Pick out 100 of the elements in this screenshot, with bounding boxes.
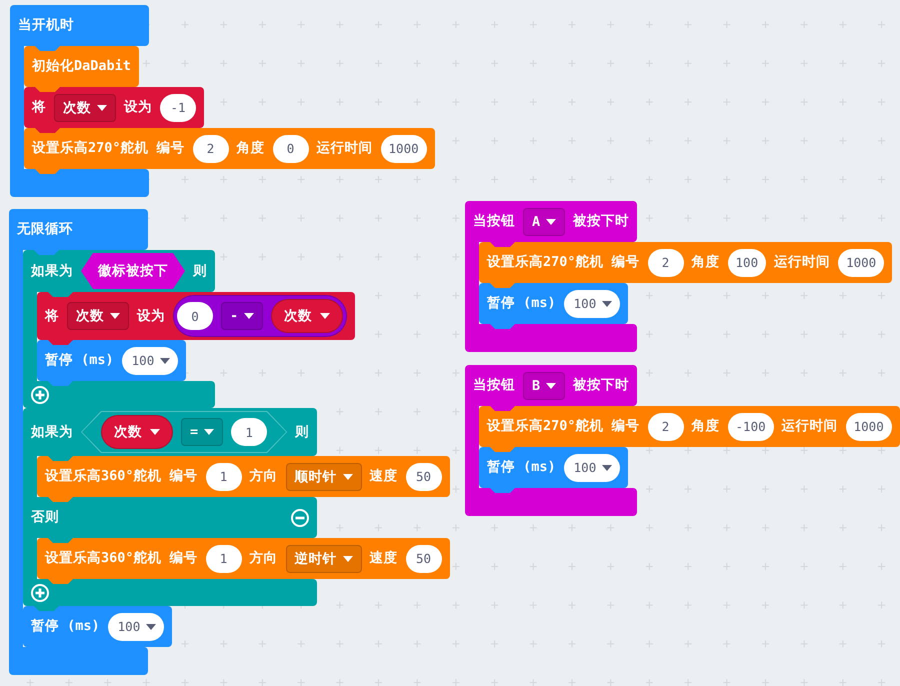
statement-block[interactable]: 暂停 (ms) 100: [479, 283, 628, 324]
block-label: 如果为: [31, 262, 73, 280]
number-field[interactable]: 2: [192, 134, 229, 162]
caret-icon: [602, 464, 612, 470]
number-field[interactable]: 50: [406, 544, 442, 572]
block-label: 角度: [236, 140, 265, 157]
connector-notch: [35, 87, 60, 92]
statement-block[interactable]: 设置乐高270°舵机 编号 2 角度 -100 运行时间 1000: [479, 406, 900, 447]
connector-notch: [490, 242, 515, 247]
block-label: 编号: [612, 418, 640, 435]
block-label: 初始化DaDabit: [32, 58, 131, 75]
caret-icon: [204, 429, 214, 435]
number-field[interactable]: 2: [648, 248, 684, 276]
number-dropdown[interactable]: 100: [108, 612, 164, 640]
variable-block[interactable]: 次数: [271, 299, 344, 333]
statement-block[interactable]: 将 次数 设为 -1: [24, 87, 204, 128]
caret-icon: [320, 313, 330, 319]
statement-block[interactable]: 设置乐高360°舵机 编号 1 方向 逆时针 速度 50: [37, 538, 450, 579]
statement-block[interactable]: 暂停 (ms) 100: [37, 340, 186, 381]
connector-notch: [35, 128, 60, 133]
statement-block[interactable]: 暂停 (ms) 100: [23, 606, 172, 647]
number-field[interactable]: 0: [177, 302, 213, 330]
block-label: 设置乐高270°舵机: [487, 418, 604, 435]
number-field[interactable]: 1000: [838, 248, 884, 276]
block-label: 运行时间: [774, 254, 830, 271]
connector-notch: [490, 406, 515, 411]
caret-icon: [110, 313, 120, 319]
statement-block[interactable]: 暂停 (ms) 100: [479, 447, 628, 488]
connector-notch: [490, 283, 515, 288]
variable-block[interactable]: 次数: [101, 415, 173, 449]
number-field[interactable]: -1: [160, 94, 196, 122]
number-field[interactable]: 1: [206, 544, 242, 572]
connector-notch: [490, 447, 515, 452]
connector-notch: [48, 381, 73, 386]
number-dropdown[interactable]: 100: [564, 454, 620, 482]
statement-block[interactable]: 将 次数 设为 0 - 次数: [37, 292, 356, 340]
block-label: 设为: [137, 308, 165, 324]
caret-icon: [146, 624, 156, 630]
minus-icon[interactable]: [291, 508, 310, 526]
caret-icon: [160, 358, 170, 364]
block-label: 暂停 (ms): [487, 295, 556, 312]
number-field[interactable]: 1: [206, 462, 242, 490]
if-header[interactable]: 如果为 徽标被按下 则: [23, 250, 215, 292]
dropdown[interactable]: B: [523, 372, 566, 400]
block-label: 运行时间: [782, 418, 838, 435]
block-label: 将: [32, 99, 46, 116]
block-label: 编号: [156, 140, 185, 157]
number-field[interactable]: 0: [272, 134, 309, 162]
connector-notch: [48, 456, 73, 461]
connector-notch: [48, 538, 73, 543]
caret-icon: [546, 382, 556, 388]
caret-icon: [602, 300, 612, 306]
number-field[interactable]: 100: [728, 248, 766, 276]
comparison-block[interactable]: 次数 = 1: [81, 411, 288, 453]
dropdown[interactable]: -: [221, 302, 264, 330]
block-label: 设为: [124, 99, 152, 116]
block-label: 暂停 (ms): [45, 352, 114, 369]
connector-notch: [35, 46, 60, 51]
dropdown[interactable]: A: [523, 208, 566, 236]
block-label: 设置乐高270°舵机: [32, 140, 149, 157]
if-header[interactable]: 如果为 次数 = 1 则: [23, 408, 318, 456]
dropdown[interactable]: 次数: [54, 94, 116, 122]
math-block[interactable]: 0 - 次数: [173, 295, 348, 337]
condition-block[interactable]: 徽标被按下: [81, 253, 185, 289]
number-field[interactable]: 50: [406, 462, 442, 490]
statement-block[interactable]: 设置乐高360°舵机 编号 1 方向 顺时针 速度 50: [37, 456, 450, 497]
block-header[interactable]: 当开机时: [10, 5, 149, 46]
block-label: 无限循环: [17, 221, 73, 238]
number-dropdown[interactable]: 100: [122, 346, 178, 374]
block-label: 否则: [31, 509, 59, 526]
number-dropdown[interactable]: 100: [564, 290, 620, 318]
number-field[interactable]: -100: [728, 412, 774, 440]
number-field[interactable]: 1000: [380, 134, 427, 162]
caret-icon: [97, 104, 107, 110]
block-label: 运行时间: [316, 140, 373, 157]
plus-icon[interactable]: [31, 386, 49, 404]
block-label: 被按下时: [573, 213, 630, 230]
caret-icon: [244, 313, 254, 319]
dropdown[interactable]: =: [181, 418, 224, 446]
connector-notch: [48, 340, 73, 345]
block-label: 如果为: [31, 424, 73, 440]
caret-icon: [546, 218, 556, 224]
block-header[interactable]: 无限循环: [9, 209, 148, 250]
plus-icon[interactable]: [31, 584, 49, 602]
block-header[interactable]: 当按钮 B 被按下时: [465, 365, 638, 406]
block-label: 速度: [370, 550, 398, 567]
caret-icon: [150, 429, 160, 435]
block-header[interactable]: 当按钮 A 被按下时: [465, 201, 638, 242]
number-field[interactable]: 2: [648, 412, 684, 440]
statement-block[interactable]: 设置乐高270°舵机 编号 2 角度 0 运行时间 1000: [24, 128, 435, 169]
block-label: 编号: [170, 468, 198, 485]
dropdown[interactable]: 次数: [67, 302, 129, 330]
statement-block[interactable]: 设置乐高270°舵机 编号 2 角度 100 运行时间 1000: [479, 242, 892, 283]
block-label: 方向: [250, 550, 278, 567]
connector-notch: [48, 292, 73, 297]
connector-notch: [34, 250, 59, 255]
block-label: 方向: [250, 468, 278, 485]
number-field[interactable]: 1000: [846, 412, 892, 440]
block-label: 编号: [170, 550, 198, 567]
block-label: 当按钮: [473, 213, 515, 230]
